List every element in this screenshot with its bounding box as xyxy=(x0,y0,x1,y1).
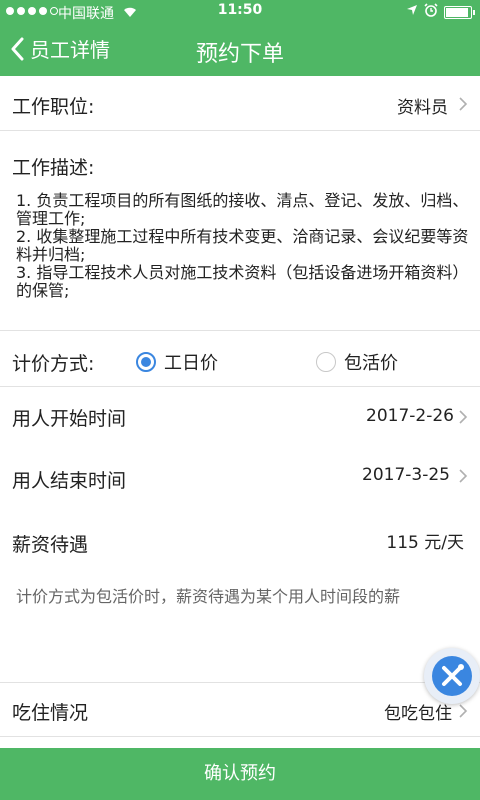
pricing-label: 计价方式: xyxy=(12,353,95,375)
chevron-right-icon xyxy=(459,704,468,718)
radio-checked-icon xyxy=(136,352,156,372)
job-description: 1. 负责工程项目的所有图纸的接收、清点、登记、发放、归档、管理工作; 2. 收… xyxy=(16,192,471,300)
end-time-label: 用人结束时间 xyxy=(12,470,127,492)
confirm-booking-button[interactable]: 确认预约 xyxy=(0,748,480,800)
floating-assistant-button[interactable] xyxy=(424,648,480,704)
radio-daily-rate-label: 工日价 xyxy=(164,353,218,374)
salary-label: 薪资待遇 xyxy=(12,534,89,556)
status-bar: 中国联通 11:50 xyxy=(0,0,480,24)
description-line: 2. 收集整理施工过程中所有技术变更、洽商记录、会议纪要等资料并归档; xyxy=(16,227,469,264)
start-time-value: 2017-2-26 xyxy=(366,406,454,426)
navigation-bar: 员工详情 预约下单 xyxy=(0,24,480,76)
page-title: 预约下单 xyxy=(195,42,284,67)
divider xyxy=(0,130,480,131)
radio-contract-rate[interactable]: 包活价 xyxy=(316,349,398,375)
salary-row: 薪资待遇 115 元/天 xyxy=(0,516,480,568)
position-row[interactable]: 工作职位: 资料员 xyxy=(0,76,480,130)
description-line: 3. 指导工程技术人员对施工技术资料（包括设备进场开箱资料）的保管; xyxy=(16,263,469,300)
start-time-row[interactable]: 用人开始时间 2017-2-26 xyxy=(0,390,480,442)
radio-unchecked-icon xyxy=(316,352,336,372)
divider xyxy=(0,386,480,387)
divider xyxy=(0,330,480,331)
board-row[interactable]: 吃住情况 包吃包住 xyxy=(0,684,480,736)
position-label: 工作职位: xyxy=(12,96,95,118)
chevron-right-icon xyxy=(459,97,468,111)
divider xyxy=(0,682,480,683)
position-value: 资料员 xyxy=(397,98,448,118)
divider xyxy=(0,736,480,737)
radio-daily-rate[interactable]: 工日价 xyxy=(136,349,218,375)
start-time-label: 用人开始时间 xyxy=(12,408,127,430)
chevron-right-icon xyxy=(459,469,468,483)
description-line: 1. 负责工程项目的所有图纸的接收、清点、登记、发放、归档、管理工作; xyxy=(16,191,469,228)
location-arrow-icon xyxy=(406,4,418,20)
end-time-value: 2017-3-25 xyxy=(362,465,450,485)
salary-value: 115 元/天 xyxy=(386,533,464,553)
battery-icon xyxy=(444,5,475,19)
pricing-note: 计价方式为包活价时，薪资待遇为某个用人时间段的薪 xyxy=(16,587,401,606)
assistant-icon xyxy=(432,656,472,696)
board-value: 包吃包住 xyxy=(384,704,452,724)
board-label: 吃住情况 xyxy=(12,702,89,724)
description-label: 工作描述: xyxy=(12,157,95,179)
chevron-right-icon xyxy=(459,410,468,424)
radio-contract-rate-label: 包活价 xyxy=(344,353,398,374)
end-time-row[interactable]: 用人结束时间 2017-3-25 xyxy=(0,452,480,504)
alarm-clock-icon xyxy=(424,3,438,21)
